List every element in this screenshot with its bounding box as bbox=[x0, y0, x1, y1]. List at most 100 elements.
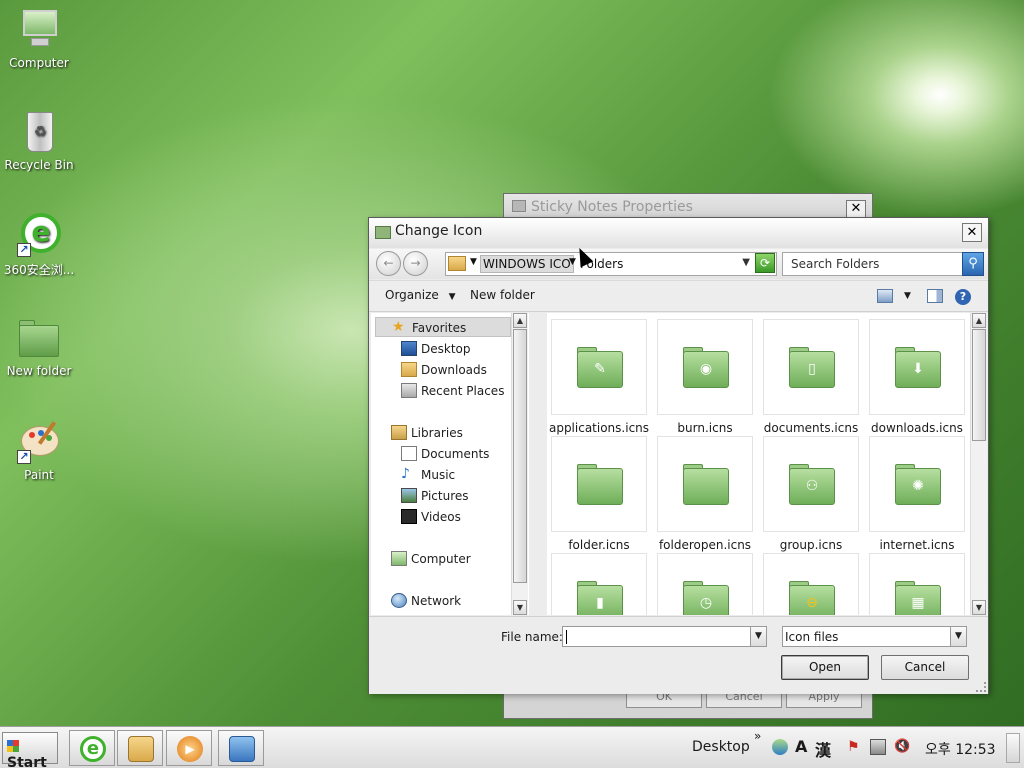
desktop-icon-paint[interactable]: ↗ Paint bbox=[2, 420, 76, 482]
nav-recent-places[interactable]: Recent Places bbox=[371, 381, 511, 401]
dialog-close-button[interactable]: ✕ bbox=[962, 223, 982, 242]
scroll-down-arrow-icon[interactable]: ▼ bbox=[972, 600, 986, 615]
command-toolbar: Organize ▼ New folder ▼ ? bbox=[369, 280, 988, 312]
help-icon[interactable]: ? bbox=[955, 289, 971, 305]
file-thumbnail: ◉ bbox=[657, 319, 753, 415]
nav-computer[interactable]: Computer bbox=[371, 549, 511, 569]
file-thumbnail: ▮ bbox=[551, 553, 647, 615]
file-tile[interactable]: folder.icns bbox=[547, 436, 651, 552]
search-icon[interactable]: ⚲ bbox=[962, 252, 984, 276]
taskbar-app-browser[interactable]: e bbox=[69, 730, 115, 766]
desktop-icon bbox=[401, 341, 417, 356]
forward-button[interactable]: → bbox=[403, 251, 428, 276]
back-button[interactable]: ← bbox=[376, 251, 401, 276]
file-name-input[interactable]: ▼ bbox=[562, 626, 767, 647]
nav-documents[interactable]: Documents bbox=[371, 444, 511, 464]
file-list: ✎ applications.icns ◉ burn.icns ▯ docume… bbox=[547, 313, 987, 615]
search-input[interactable]: Search Folders bbox=[782, 252, 984, 276]
chevron-down-icon[interactable]: ▼ bbox=[569, 257, 576, 267]
file-tile[interactable]: ▦ bbox=[865, 553, 969, 615]
ime-hanja-mode[interactable]: 漢 bbox=[815, 737, 831, 761]
toolbar-overflow-chevron-icon[interactable]: » bbox=[754, 729, 761, 743]
nav-music[interactable]: ♪ Music bbox=[371, 465, 511, 485]
network-icon bbox=[391, 593, 407, 608]
file-thumbnail: ▦ bbox=[869, 553, 965, 615]
libraries-icon bbox=[391, 425, 407, 440]
file-tile[interactable]: ▯ documents.icns bbox=[759, 319, 863, 435]
control-panel-icon bbox=[229, 736, 255, 762]
file-tile[interactable]: ◉ burn.icns bbox=[653, 319, 757, 435]
file-tile[interactable]: ▮ bbox=[547, 553, 651, 615]
nav-videos[interactable]: Videos bbox=[371, 507, 511, 527]
refresh-button[interactable]: ⟳ bbox=[755, 253, 775, 273]
resize-grip-icon[interactable] bbox=[976, 682, 986, 692]
file-tile[interactable]: ✺ internet.icns bbox=[865, 436, 969, 552]
scroll-down-arrow-icon[interactable]: ▼ bbox=[513, 600, 527, 615]
organize-button[interactable]: Organize ▼ bbox=[385, 288, 456, 302]
file-thumbnail: ✎ bbox=[551, 319, 647, 415]
file-tile[interactable]: ✎ applications.icns bbox=[547, 319, 651, 435]
chevron-down-icon[interactable]: ▼ bbox=[950, 627, 966, 646]
clock[interactable]: 오후 12:53 bbox=[925, 739, 996, 759]
file-tile[interactable]: ◷ bbox=[653, 553, 757, 615]
address-history-dropdown[interactable]: ▼ bbox=[742, 257, 750, 268]
navigation-scrollbar[interactable]: ▲ ▼ bbox=[511, 313, 528, 615]
preview-pane-icon[interactable] bbox=[927, 289, 943, 303]
action-center-flag-icon[interactable]: ⚑ bbox=[847, 739, 863, 755]
nav-desktop[interactable]: Desktop bbox=[371, 339, 511, 359]
file-tile[interactable]: folderopen.icns bbox=[653, 436, 757, 552]
nav-pictures[interactable]: Pictures bbox=[371, 486, 511, 506]
taskbar-app-control-panel[interactable] bbox=[218, 730, 264, 766]
scroll-up-arrow-icon[interactable]: ▲ bbox=[513, 313, 527, 328]
navigation-pane: ★ Favorites Desktop Downloads Recent Pla… bbox=[371, 313, 529, 615]
volume-muted-icon[interactable]: 🔇 bbox=[894, 739, 910, 755]
breadcrumb-windows-ico[interactable]: WINDOWS ICO bbox=[480, 255, 574, 273]
taskbar-app-media-player[interactable]: ▶ bbox=[166, 730, 212, 766]
taskbar-app-explorer[interactable] bbox=[117, 730, 163, 766]
file-type-select[interactable]: Icon files ▼ bbox=[782, 626, 967, 647]
shortcut-arrow-icon: ↗ bbox=[17, 243, 31, 257]
desktop-toolbar-label[interactable]: Desktop bbox=[692, 739, 750, 755]
network-status-icon[interactable] bbox=[870, 739, 886, 755]
cancel-button[interactable]: Cancel bbox=[881, 655, 969, 680]
movies-folder-icon: ▦ bbox=[911, 595, 925, 611]
sticky-notes-close-button[interactable]: ✕ bbox=[846, 200, 866, 218]
navigation-scroll-thumb[interactable] bbox=[513, 329, 527, 583]
star-icon: ★ bbox=[392, 319, 405, 335]
folder-icon bbox=[448, 256, 466, 271]
file-list-scroll-thumb[interactable] bbox=[972, 329, 986, 441]
videos-icon bbox=[401, 509, 417, 524]
start-button[interactable]: Start bbox=[2, 732, 58, 768]
text-caret bbox=[566, 630, 567, 644]
open-button[interactable]: Open bbox=[781, 655, 869, 680]
ime-alpha-mode[interactable]: A bbox=[795, 737, 807, 756]
language-bar-icon[interactable] bbox=[772, 739, 788, 755]
change-icon-titlebar[interactable]: Change Icon ✕ bbox=[369, 218, 988, 248]
media-player-icon: ▶ bbox=[177, 736, 203, 762]
scroll-up-arrow-icon[interactable]: ▲ bbox=[972, 313, 986, 328]
show-desktop-button[interactable] bbox=[1006, 733, 1020, 763]
desktop-icon-360-browser[interactable]: e ↗ 360安全浏... bbox=[2, 213, 76, 278]
file-type-value: Icon files bbox=[785, 630, 839, 644]
address-bar[interactable]: ▼ WINDOWS ICO ▼ Folders ▼ bbox=[445, 252, 777, 276]
file-tile[interactable]: ⊖ bbox=[759, 553, 863, 615]
nav-favorites[interactable]: ★ Favorites bbox=[375, 317, 511, 337]
file-tile[interactable]: ⬇ downloads.icns bbox=[865, 319, 969, 435]
desktop-icon-computer[interactable]: Computer bbox=[2, 8, 76, 70]
file-thumbnail bbox=[551, 436, 647, 532]
chevron-down-icon[interactable]: ▼ bbox=[470, 257, 477, 267]
open-folder-icon bbox=[696, 476, 716, 496]
change-view-icon[interactable] bbox=[877, 289, 893, 303]
nav-network[interactable]: Network bbox=[371, 591, 511, 611]
chevron-down-icon[interactable]: ▼ bbox=[750, 627, 766, 646]
new-folder-button[interactable]: New folder bbox=[470, 288, 535, 302]
sticky-notes-title: Sticky Notes Properties bbox=[531, 199, 693, 215]
desktop-icon-recycle-bin[interactable]: ♻ Recycle Bin bbox=[2, 110, 76, 172]
file-tile[interactable]: ⚇ group.icns bbox=[759, 436, 863, 552]
file-list-scrollbar[interactable]: ▲ ▼ bbox=[970, 313, 987, 615]
burn-folder-icon: ◉ bbox=[699, 361, 713, 377]
view-options-chevron-icon[interactable]: ▼ bbox=[904, 291, 911, 301]
desktop-icon-new-folder[interactable]: New folder bbox=[2, 316, 76, 378]
nav-downloads[interactable]: Downloads bbox=[371, 360, 511, 380]
nav-libraries[interactable]: Libraries bbox=[371, 423, 511, 443]
